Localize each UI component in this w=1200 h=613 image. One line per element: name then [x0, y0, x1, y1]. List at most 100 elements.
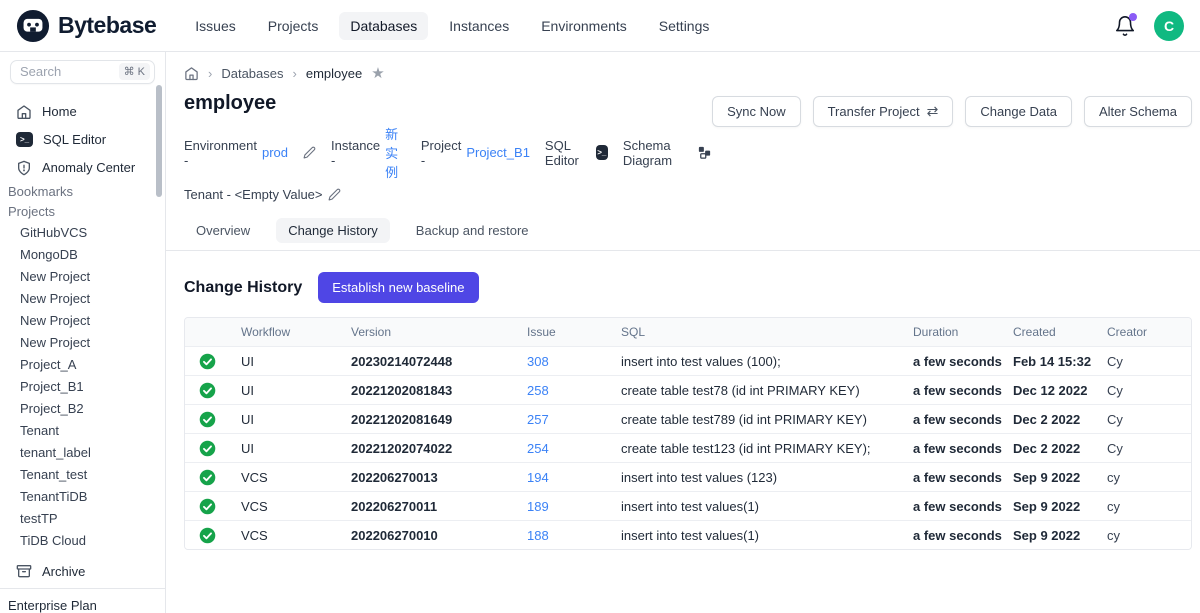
bytebase-logo[interactable]: Bytebase [16, 9, 156, 43]
workflow-cell: UI [241, 383, 351, 398]
instance-link[interactable]: 新实例 [385, 124, 406, 181]
sidebar-project-item[interactable]: MongoDB [0, 243, 165, 265]
search-input[interactable] [20, 64, 106, 79]
table-row[interactable]: UI 20221202081649 257 create table test7… [185, 404, 1191, 433]
sql-editor-shortcut[interactable]: SQL Editor [545, 138, 608, 168]
issue-link[interactable]: 258 [527, 383, 621, 398]
sync-now-button[interactable]: Sync Now [712, 96, 801, 127]
success-check-icon [199, 382, 216, 399]
table-row[interactable]: UI 20230214072448 308 insert into test v… [185, 346, 1191, 375]
table-row[interactable]: VCS 202206270011 189 insert into test va… [185, 491, 1191, 520]
sidebar-project-item[interactable]: New Project [0, 265, 165, 287]
sidebar-project-item[interactable]: testTP [0, 507, 165, 529]
sidebar-item-archive[interactable]: Archive [0, 560, 165, 582]
brand-name: Bytebase [58, 12, 156, 39]
issue-link[interactable]: 189 [527, 499, 621, 514]
version-cell: 20221202074022 [351, 441, 527, 456]
nav-environments[interactable]: Environments [530, 12, 638, 40]
sidebar-project-item[interactable]: Project_B2 [0, 397, 165, 419]
sidebar-project-item[interactable]: New Project [0, 309, 165, 331]
table-row[interactable]: UI 20221202081843 258 create table test7… [185, 375, 1191, 404]
sql-cell: insert into test values(1) [621, 499, 913, 514]
nav-settings[interactable]: Settings [648, 12, 721, 40]
topnav-right: C [1114, 11, 1184, 41]
action-buttons: Sync Now Transfer Project Change Data Al… [712, 96, 1192, 127]
status-cell [185, 440, 241, 457]
version-cell: 20230214072448 [351, 354, 527, 369]
sql-cell: insert into test values(1) [621, 528, 913, 543]
breadcrumb-employee[interactable]: employee [306, 66, 362, 81]
tab-overview[interactable]: Overview [184, 218, 262, 243]
edit-pencil-icon[interactable] [328, 188, 341, 201]
created-cell: Dec 2 2022 [1013, 412, 1107, 427]
col-version: Version [351, 325, 527, 339]
sidebar-project-item[interactable]: tenant_label [0, 441, 165, 463]
issue-link[interactable]: 254 [527, 441, 621, 456]
nav-issues[interactable]: Issues [184, 12, 246, 40]
workflow-cell: VCS [241, 499, 351, 514]
sidebar-project-item[interactable]: Project_A [0, 353, 165, 375]
environment-link[interactable]: prod [262, 145, 288, 160]
tab-change-history[interactable]: Change History [276, 218, 390, 243]
issue-link[interactable]: 188 [527, 528, 621, 543]
sidebar-project-item[interactable]: Tenant_test [0, 463, 165, 485]
user-avatar[interactable]: C [1154, 11, 1184, 41]
sidebar-item-anomaly-center[interactable]: Anomaly Center [0, 154, 165, 182]
notification-bell-icon[interactable] [1114, 15, 1136, 37]
sidebar-project-item[interactable]: Project_B1 [0, 375, 165, 397]
database-meta-row: Environment - prod Instance - 新实例 Projec… [184, 124, 712, 181]
breadcrumb-databases[interactable]: Databases [221, 66, 283, 81]
archive-icon [16, 563, 32, 579]
created-cell: Sep 9 2022 [1013, 528, 1107, 543]
sidebar-project-item[interactable]: New Project [0, 331, 165, 353]
sql-cell: create table test78 (id int PRIMARY KEY) [621, 383, 913, 398]
nav-projects[interactable]: Projects [257, 12, 330, 40]
chevron-right-icon [208, 66, 212, 81]
button-label: Change Data [980, 104, 1057, 119]
notification-badge [1129, 13, 1137, 21]
sidebar-project-item[interactable]: TenantTiDB [0, 485, 165, 507]
favorite-star-icon[interactable] [371, 64, 384, 82]
alter-schema-button[interactable]: Alter Schema [1084, 96, 1192, 127]
created-cell: Dec 12 2022 [1013, 383, 1107, 398]
schema-diagram-shortcut[interactable]: Schema Diagram [623, 138, 712, 168]
sidebar-project-item[interactable]: Tenant [0, 419, 165, 441]
sidebar-project-list: GitHubVCS MongoDB New Project New Projec… [0, 221, 165, 551]
tab-backup-and-restore[interactable]: Backup and restore [404, 218, 541, 243]
sidebar-project-item[interactable]: GitHubVCS [0, 221, 165, 243]
col-created: Created [1013, 325, 1107, 339]
establish-baseline-button[interactable]: Establish new baseline [318, 272, 478, 303]
sidebar-project-item[interactable]: New Project [0, 287, 165, 309]
search-shortcut-badge: ⌘ K [119, 63, 150, 80]
nav-instances[interactable]: Instances [438, 12, 520, 40]
workflow-cell: VCS [241, 470, 351, 485]
creator-cell: cy [1107, 499, 1191, 514]
button-label: Alter Schema [1099, 104, 1177, 119]
change-history-table: Workflow Version Issue SQL Duration Crea… [184, 317, 1192, 550]
search-box[interactable]: ⌘ K [10, 60, 155, 84]
creator-cell: Cy [1107, 412, 1191, 427]
issue-link[interactable]: 194 [527, 470, 621, 485]
sidebar-item-home[interactable]: Home [0, 98, 165, 126]
table-row[interactable]: VCS 202206270010 188 insert into test va… [185, 520, 1191, 549]
workflow-cell: UI [241, 441, 351, 456]
nav-databases[interactable]: Databases [339, 12, 428, 40]
sidebar-item-sql-editor[interactable]: SQL Editor [0, 126, 165, 154]
schema-diagram-label: Schema Diagram [623, 138, 692, 168]
transfer-project-button[interactable]: Transfer Project [813, 96, 954, 127]
sidebar-section-bookmarks: Bookmarks [0, 182, 165, 202]
table-row[interactable]: UI 20221202074022 254 create table test1… [185, 433, 1191, 462]
table-row[interactable]: VCS 202206270013 194 insert into test va… [185, 462, 1191, 491]
breadcrumb-home-icon[interactable] [184, 66, 199, 81]
edit-pen-icon[interactable] [303, 146, 316, 159]
bytebase-logo-icon [16, 9, 50, 43]
issue-link[interactable]: 257 [527, 412, 621, 427]
sidebar-scrollbar[interactable] [156, 85, 162, 197]
change-data-button[interactable]: Change Data [965, 96, 1072, 127]
issue-link[interactable]: 308 [527, 354, 621, 369]
project-link[interactable]: Project_B1 [466, 145, 530, 160]
creator-cell: Cy [1107, 354, 1191, 369]
sidebar-project-item[interactable]: TiDB Cloud [0, 529, 165, 551]
duration-cell: a few seconds [913, 528, 1013, 543]
project-meta: Project - Project_B1 [421, 138, 530, 168]
